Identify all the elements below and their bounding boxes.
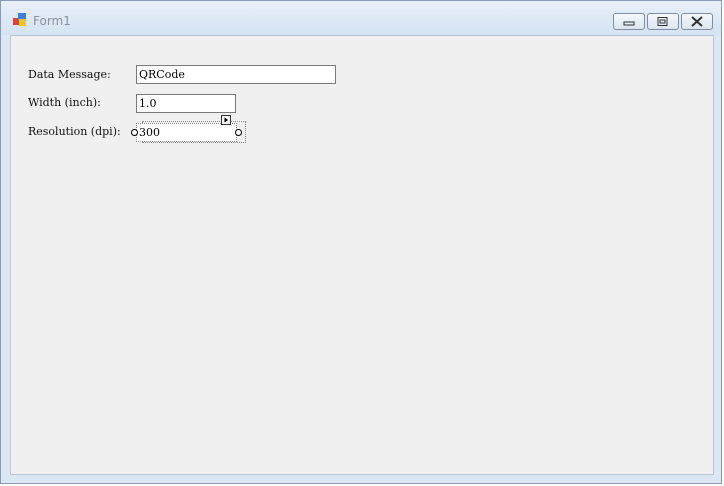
form-window: Form1 Data Message: QRCode Width (inch):…: [0, 0, 722, 484]
title-bar[interactable]: Form1: [1, 1, 721, 35]
data-message-input[interactable]: QRCode: [136, 65, 336, 84]
close-button[interactable]: [681, 13, 713, 30]
form-app-icon: [13, 13, 26, 26]
resolution-dpi-input[interactable]: 300: [136, 123, 237, 142]
smart-tag-button[interactable]: [221, 115, 231, 125]
window-title: Form1: [33, 14, 71, 28]
minimize-icon: [623, 21, 635, 26]
smart-tag-arrow-icon: [224, 117, 228, 123]
resolution-dpi-label: Resolution (dpi):: [28, 125, 121, 138]
maximize-button[interactable]: [647, 13, 679, 30]
close-icon: [691, 16, 703, 27]
maximize-icon: [657, 17, 668, 26]
resize-handle-right[interactable]: [235, 129, 242, 136]
minimize-button[interactable]: [613, 13, 645, 30]
width-inch-input[interactable]: 1.0: [136, 94, 236, 113]
width-inch-label: Width (inch):: [28, 96, 101, 109]
form-client-area: Data Message: QRCode Width (inch): 1.0 R…: [10, 35, 714, 475]
resize-handle-left[interactable]: [131, 129, 138, 136]
data-message-label: Data Message:: [28, 68, 111, 81]
